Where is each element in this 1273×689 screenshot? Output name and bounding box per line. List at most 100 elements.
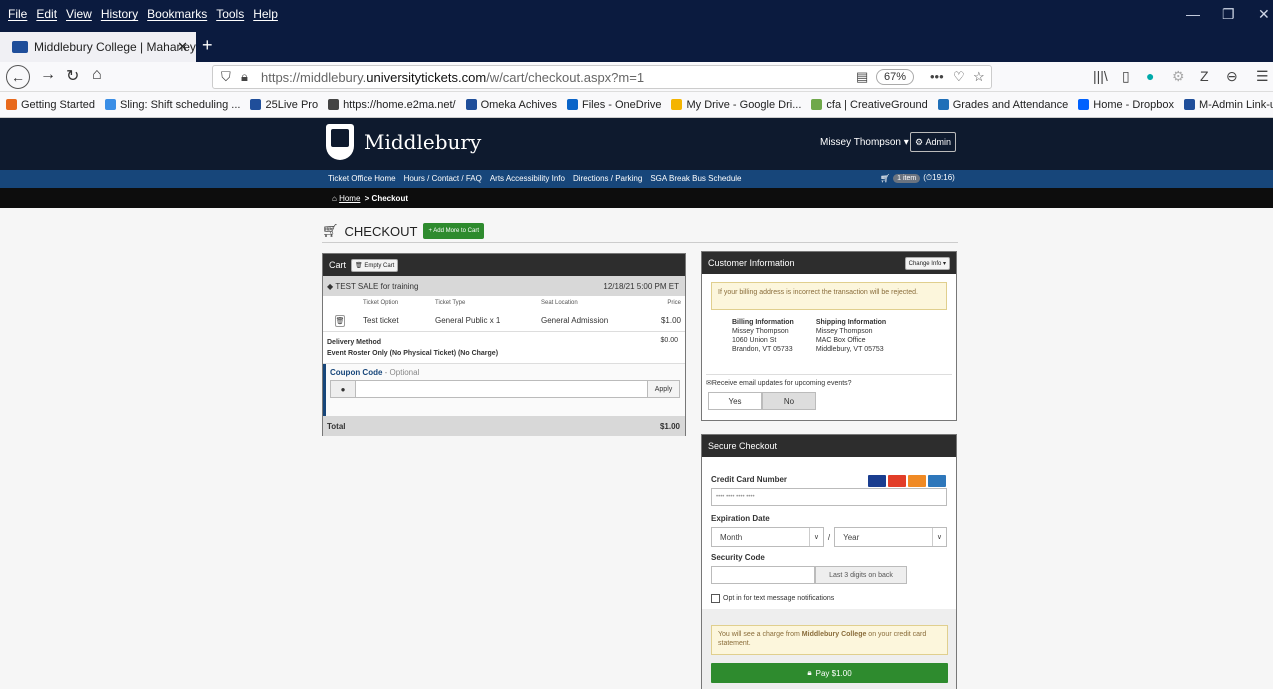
bookmark-label: Files - OneDrive xyxy=(582,98,662,111)
back-icon[interactable]: ← xyxy=(6,65,30,89)
exp-month-select[interactable]: Month ∨ xyxy=(711,527,824,547)
coupon-input[interactable] xyxy=(356,380,648,398)
cart-icon: 🛒︎ xyxy=(880,173,891,183)
cart-indicator[interactable]: 🛒︎ 1 item (⏱19:16) xyxy=(880,173,955,183)
site-logo-text[interactable]: Middlebury xyxy=(364,130,481,154)
bookmark-favicon-icon xyxy=(1078,99,1090,110)
billing-info: Billing Information Missey Thompson 1060… xyxy=(732,318,794,370)
bookmark-item[interactable]: Omeka Achives xyxy=(465,98,557,111)
security-code-input[interactable] xyxy=(711,566,815,584)
user-menu[interactable]: Missey Thompson ▾ xyxy=(820,137,909,148)
shield-icon[interactable]: ⛉ xyxy=(221,69,231,85)
bookmark-item[interactable]: Sling: Shift scheduling ... xyxy=(105,99,240,111)
pay-button[interactable]: 🔒︎ Pay $1.00 xyxy=(711,663,948,683)
bookmark-item[interactable]: Getting Started xyxy=(6,99,95,111)
reload-icon[interactable]: ↻ xyxy=(66,66,79,86)
tag-icon: ◆ xyxy=(327,281,334,291)
forward-icon[interactable]: → xyxy=(40,66,56,84)
bookmark-star-icon[interactable]: ☆ xyxy=(973,69,985,85)
sidebar-icon[interactable]: ▯ xyxy=(1122,68,1130,85)
page-title: CHECKOUT xyxy=(344,223,418,239)
url-text: https://middlebury.universitytickets.com… xyxy=(261,70,645,85)
event-row: ◆ TEST SALE for training 12/18/21 5:00 P… xyxy=(323,276,685,296)
nav-sga-break-bus[interactable]: SGA Break Bus Schedule xyxy=(650,174,741,183)
url-bar[interactable]: ⛉ 🔒︎ https://middlebury.universityticket… xyxy=(212,65,992,89)
restore-icon[interactable]: ❐ xyxy=(1222,6,1235,23)
ticket-row: 🗑︎ Test ticket General Public x 1 Genera… xyxy=(323,310,685,332)
shipping-title: Shipping Information xyxy=(815,319,887,326)
home-icon[interactable]: ⌂ xyxy=(92,66,102,84)
bookmark-label: 25Live Pro xyxy=(265,98,319,111)
billing-title: Billing Information xyxy=(732,319,794,326)
empty-cart-button[interactable]: 🗑︎ Empty Cart xyxy=(351,258,399,272)
account-icon[interactable]: ⊖ xyxy=(1226,68,1238,85)
extension-z-icon[interactable]: Z xyxy=(1200,68,1209,84)
breadcrumb: ⌂ Home > Checkout xyxy=(332,194,408,203)
bookmark-item[interactable]: 25Live Pro xyxy=(250,99,318,111)
hamburger-menu-icon[interactable]: ☰ xyxy=(1256,68,1269,85)
menu-tools[interactable]: Tools xyxy=(216,7,244,21)
extension-gear-icon[interactable]: ⚙ xyxy=(1172,68,1185,85)
bookmark-favicon-icon xyxy=(250,99,262,110)
menu-help[interactable]: Help xyxy=(253,7,278,21)
menu-bookmarks[interactable]: Bookmarks xyxy=(147,7,207,21)
email-no-button[interactable]: No xyxy=(762,392,816,410)
email-toggle: Yes No xyxy=(708,392,956,410)
change-info-button[interactable]: Change Info ▾ xyxy=(904,257,950,270)
security-code-hint: Last 3 digits on back xyxy=(815,566,907,584)
tab-close-icon[interactable]: ✕ xyxy=(177,39,188,55)
site-nav: Ticket Office Home Hours / Contact / FAQ… xyxy=(0,170,1273,188)
col-price: Price xyxy=(667,300,681,306)
bookmark-item[interactable]: https://home.e2ma.net/ xyxy=(328,99,456,111)
add-more-to-cart-button[interactable]: + Add More to Cart xyxy=(423,223,484,239)
bookmark-favicon-icon xyxy=(465,99,477,110)
minimize-icon[interactable]: — xyxy=(1186,6,1200,22)
close-window-icon[interactable]: ✕ xyxy=(1258,6,1270,23)
menu-view[interactable]: View xyxy=(66,7,92,21)
bookmark-item[interactable]: Home - Dropbox xyxy=(1078,99,1174,111)
billing-city: Brandon, VT 05733 xyxy=(732,346,793,353)
nav-ticket-office-home[interactable]: Ticket Office Home xyxy=(328,174,396,183)
addresses: Billing Information Missey Thompson 1060… xyxy=(702,310,956,370)
new-tab-icon[interactable]: + xyxy=(202,35,213,56)
library-icon[interactable]: |||\ xyxy=(1093,68,1108,84)
lock-icon[interactable]: 🔒︎ xyxy=(241,69,248,85)
bookmark-item[interactable]: Grades and Attendance xyxy=(937,99,1068,111)
breadcrumb-home[interactable]: Home xyxy=(339,194,360,203)
bookmark-item[interactable]: My Drive - Google Dri... xyxy=(671,99,801,111)
cc-number-input[interactable]: •••• •••• •••• •••• xyxy=(711,488,947,506)
home-icon: ⌂ xyxy=(332,194,337,203)
reader-view-icon[interactable]: ▤ xyxy=(856,69,868,85)
billing-name: Missey Thompson xyxy=(732,328,789,335)
menu-list: File Edit View History Bookmarks Tools H… xyxy=(8,7,278,21)
remove-ticket-trash-icon[interactable]: 🗑︎ xyxy=(335,314,345,327)
admin-button[interactable]: ⚙︎ Admin xyxy=(910,132,956,152)
extension-a-icon[interactable]: ● xyxy=(1146,68,1154,84)
total-label: Total xyxy=(327,421,346,431)
apply-coupon-button[interactable]: Apply xyxy=(648,380,680,398)
trash-icon: 🗑︎ xyxy=(355,262,363,269)
text-optin-checkbox[interactable] xyxy=(711,594,720,603)
menu-edit[interactable]: Edit xyxy=(36,7,57,21)
pocket-icon[interactable]: ♡ xyxy=(953,69,965,85)
bookmark-item[interactable]: cfa | CreativeGround xyxy=(811,99,928,111)
nav-arts-accessibility[interactable]: Arts Accessibility Info xyxy=(490,174,565,183)
zoom-level[interactable]: 67% xyxy=(876,69,915,85)
nav-directions-parking[interactable]: Directions / Parking xyxy=(573,174,642,183)
coupon-section: Coupon Code - Optional ● Apply xyxy=(323,364,685,416)
exp-year-select[interactable]: Year ∨ xyxy=(834,527,947,547)
menu-file[interactable]: File xyxy=(8,7,27,21)
security-code-row: Last 3 digits on back xyxy=(711,566,947,584)
bookmark-favicon-icon xyxy=(1183,99,1195,110)
visa-icon xyxy=(868,475,886,487)
middlebury-shield-logo[interactable] xyxy=(326,124,354,160)
col-seat-location: Seat Location xyxy=(541,300,578,306)
bookmark-item[interactable]: Files - OneDrive xyxy=(567,99,661,111)
nav-hours-contact-faq[interactable]: Hours / Contact / FAQ xyxy=(404,174,482,183)
bookmark-item[interactable]: M-Admin Link-updates xyxy=(1183,99,1273,111)
tab-active[interactable]: Middlebury College | Mahaney ✕ xyxy=(0,32,196,62)
page-actions-icon[interactable]: ••• xyxy=(930,69,944,84)
bookmark-label: Omeka Achives xyxy=(480,98,557,111)
menu-history[interactable]: History xyxy=(101,7,138,21)
email-yes-button[interactable]: Yes xyxy=(708,392,762,410)
